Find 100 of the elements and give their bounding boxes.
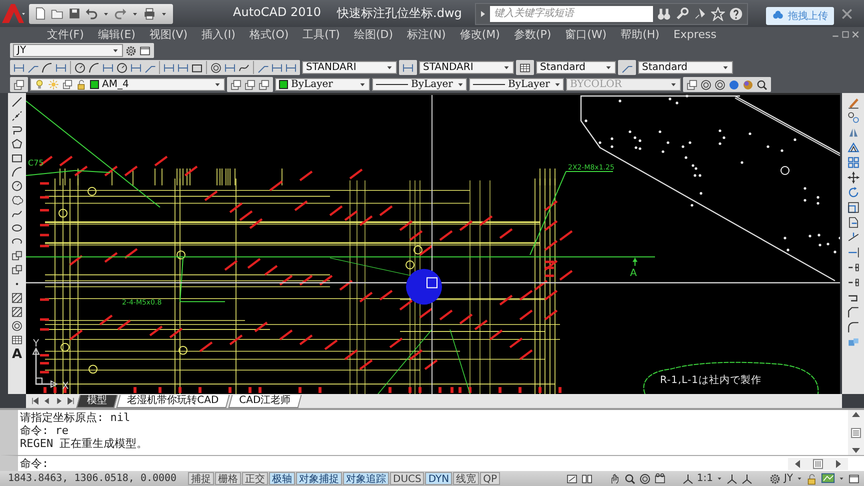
- wheel-icon[interactable]: [638, 472, 651, 484]
- status-toggle[interactable]: 栅格: [215, 472, 241, 485]
- stretch-icon[interactable]: [846, 216, 860, 229]
- break-icon[interactable]: [846, 276, 860, 289]
- status-toggle[interactable]: 极轴: [269, 472, 295, 485]
- style-combo[interactable]: STANDARI: [302, 61, 397, 74]
- line-icon[interactable]: [11, 96, 23, 108]
- move-icon[interactable]: [846, 171, 860, 184]
- cloud-icon[interactable]: [11, 194, 23, 206]
- dimension-icon[interactable]: [177, 62, 189, 74]
- layer-icon[interactable]: [686, 78, 698, 90]
- scroll-up-icon[interactable]: [852, 412, 860, 417]
- arc-icon[interactable]: [88, 62, 100, 74]
- horizontal-scrollbar[interactable]: [788, 458, 848, 470]
- lock-icon[interactable]: [806, 472, 818, 484]
- last-icon[interactable]: [66, 396, 76, 406]
- annotation-icon[interactable]: [726, 472, 738, 484]
- annotation-scale[interactable]: 1:1: [696, 473, 713, 484]
- first-icon[interactable]: [30, 396, 40, 406]
- trim-icon[interactable]: [846, 231, 860, 244]
- film-icon[interactable]: [654, 472, 666, 484]
- caret-icon[interactable]: [716, 475, 723, 482]
- scroll-thumb[interactable]: [851, 428, 861, 438]
- arc-icon[interactable]: [11, 166, 23, 178]
- window-icon[interactable]: [848, 472, 860, 484]
- render-icon[interactable]: [742, 78, 754, 90]
- extend-icon[interactable]: [846, 246, 860, 259]
- menu-item[interactable]: 工具(T): [296, 27, 347, 42]
- search-field[interactable]: 键入关键字或短语: [490, 6, 653, 22]
- polygon-icon[interactable]: [11, 138, 23, 150]
- star-icon[interactable]: [711, 6, 725, 20]
- gear-icon[interactable]: [768, 472, 781, 484]
- status-toggle[interactable]: 对象捕捉: [296, 472, 342, 485]
- menu-item[interactable]: 绘图(D): [346, 27, 400, 42]
- dimension-icon[interactable]: [13, 62, 25, 74]
- save-icon[interactable]: [68, 7, 81, 20]
- status-toggle[interactable]: 线宽: [453, 472, 480, 485]
- menu-item[interactable]: 修改(M): [452, 27, 507, 42]
- dimension-icon[interactable]: [402, 62, 414, 74]
- region-icon[interactable]: [714, 78, 726, 90]
- vertical-scrollbar[interactable]: [848, 410, 864, 455]
- property-combo[interactable]: AM_4: [30, 78, 225, 91]
- scroll-thumb[interactable]: [812, 458, 823, 468]
- property-combo[interactable]: ByLayer: [372, 78, 467, 91]
- undo-icon[interactable]: [85, 7, 98, 20]
- scroll-right-icon[interactable]: [836, 460, 842, 468]
- maximize-icon[interactable]: [841, 30, 850, 39]
- workspace-combo[interactable]: JY: [13, 44, 123, 57]
- polyline-icon[interactable]: [11, 124, 23, 136]
- array-icon[interactable]: [846, 156, 860, 169]
- dimension-icon[interactable]: [130, 62, 142, 74]
- break-icon[interactable]: [846, 261, 860, 274]
- menu-item[interactable]: 格式(O): [242, 27, 296, 42]
- redo-icon[interactable]: [114, 7, 127, 20]
- prev-icon[interactable]: [42, 396, 52, 406]
- open-folder-icon[interactable]: [51, 7, 64, 20]
- layer-icon[interactable]: [230, 78, 242, 90]
- menu-item[interactable]: 文件(F): [40, 27, 91, 42]
- layout-tab[interactable]: 老湿机带你玩转CAD: [116, 394, 230, 408]
- next-icon[interactable]: [54, 396, 64, 406]
- annotation-icon[interactable]: [682, 472, 694, 484]
- ellipse-icon[interactable]: [11, 222, 23, 234]
- close-icon[interactable]: [851, 30, 860, 39]
- dimension-icon[interactable]: [163, 62, 175, 74]
- menu-item[interactable]: 插入(I): [194, 27, 242, 42]
- window-icon[interactable]: [139, 44, 151, 56]
- layer-icon[interactable]: [13, 78, 25, 90]
- close-icon[interactable]: [840, 6, 854, 20]
- dimension-icon[interactable]: [271, 62, 283, 74]
- status-toggle[interactable]: 捕捉: [188, 472, 214, 485]
- spline-icon[interactable]: [11, 208, 23, 220]
- dimension-icon[interactable]: [285, 62, 297, 74]
- scroll-down-icon[interactable]: [852, 448, 860, 453]
- scale-icon[interactable]: [846, 201, 860, 214]
- status-toggle[interactable]: DUCS: [390, 472, 424, 485]
- region-icon[interactable]: [11, 320, 23, 332]
- monitor-icon[interactable]: [821, 472, 835, 486]
- construction-line-icon[interactable]: [11, 110, 23, 122]
- pan-icon[interactable]: [608, 472, 621, 484]
- circle-icon[interactable]: [116, 62, 128, 74]
- hatch-icon[interactable]: [11, 292, 23, 304]
- arc-icon[interactable]: [41, 62, 53, 74]
- text-tool-button[interactable]: A: [12, 348, 22, 361]
- zoom-icon[interactable]: [624, 472, 636, 484]
- caret-icon[interactable]: [838, 475, 845, 482]
- table-icon[interactable]: [11, 334, 23, 346]
- menu-item[interactable]: 标注(N): [400, 27, 453, 42]
- expand-icon[interactable]: [480, 10, 486, 18]
- caret-icon[interactable]: [796, 475, 803, 482]
- fillet-icon[interactable]: [846, 321, 860, 334]
- rectangle-icon[interactable]: [11, 152, 23, 164]
- offset-icon[interactable]: [846, 141, 860, 154]
- menu-item[interactable]: 窗口(W): [558, 27, 614, 42]
- menu-item[interactable]: 视图(V): [142, 27, 195, 42]
- model-space-icon[interactable]: [566, 472, 578, 484]
- layer-icon[interactable]: [244, 78, 256, 90]
- layer-icon[interactable]: [258, 78, 270, 90]
- new-file-icon[interactable]: [34, 7, 47, 20]
- hatch-icon[interactable]: [11, 306, 23, 318]
- workspace-name[interactable]: JY: [784, 473, 793, 484]
